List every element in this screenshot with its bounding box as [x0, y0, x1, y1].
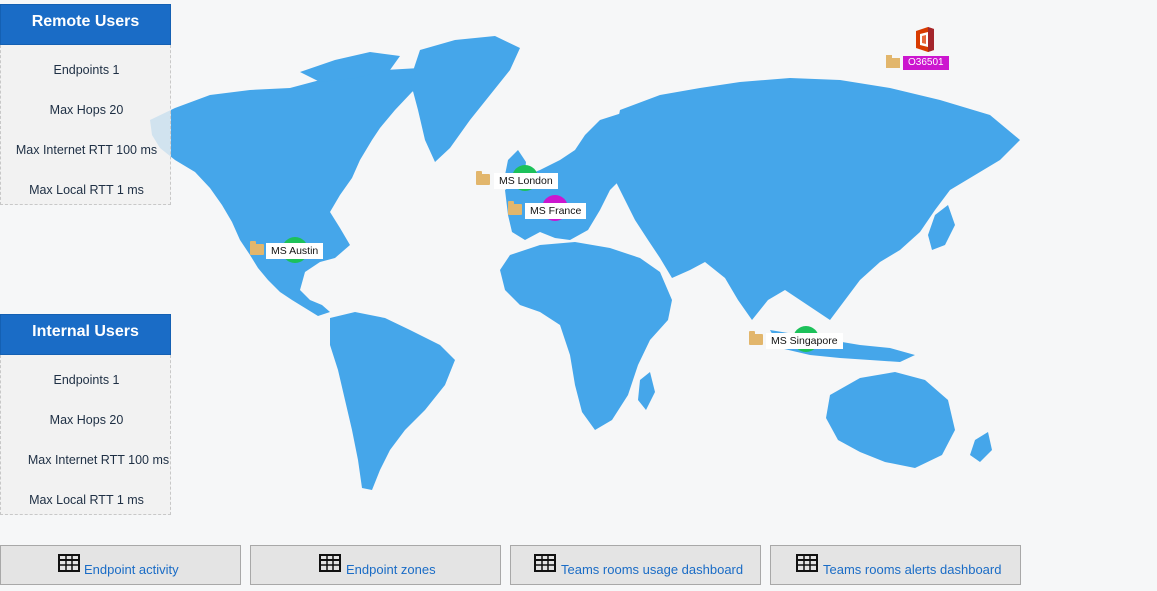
- marker-label[interactable]: MS Austin: [266, 243, 324, 259]
- world-map: [150, 36, 1020, 490]
- remote-endpoints: Endpoints 1: [53, 63, 120, 77]
- table-icon: [319, 554, 341, 572]
- internal-endpoints: Endpoints 1: [53, 373, 120, 387]
- table-icon: [58, 554, 80, 572]
- button-label: Teams rooms usage dashboard: [561, 562, 744, 577]
- new-zealand-landmass: [970, 432, 992, 462]
- marker-label[interactable]: MS London: [494, 173, 558, 189]
- marker-label[interactable]: O36501: [903, 56, 949, 70]
- marker-label[interactable]: MS Singapore: [766, 333, 843, 349]
- internal-max-hops: Max Hops 20: [49, 413, 124, 427]
- button-label: Teams rooms alerts dashboard: [823, 562, 1002, 577]
- north-america-landmass: [150, 68, 430, 316]
- remote-max-local-rtt: Max Local RTT 1 ms: [29, 183, 144, 197]
- folder-icon: [886, 55, 900, 68]
- asia-landmass: [612, 78, 1020, 320]
- table-icon: [534, 554, 556, 572]
- folder-icon: [749, 331, 763, 345]
- folder-icon: [250, 241, 264, 255]
- remote-users-title: Remote Users: [0, 4, 171, 45]
- table-icon: [796, 554, 818, 572]
- internal-users-title: Internal Users: [0, 314, 171, 355]
- greenland-landmass: [410, 36, 520, 162]
- office-icon[interactable]: [913, 26, 937, 53]
- folder-icon: [508, 201, 522, 215]
- internal-max-internet-rtt: Max Internet RTT 100 ms: [27, 453, 170, 467]
- marker-label[interactable]: MS France: [525, 203, 587, 219]
- madagascar-landmass: [638, 372, 655, 410]
- australia-landmass: [826, 372, 955, 468]
- internal-max-local-rtt: Max Local RTT 1 ms: [29, 493, 144, 507]
- remote-max-hops: Max Hops 20: [49, 103, 124, 117]
- internal-users-body: Endpoints 1 Max Hops 20 Max Internet RTT…: [0, 355, 171, 515]
- south-america-landmass: [330, 312, 455, 490]
- endpoint-activity-button[interactable]: Endpoint activity: [0, 545, 241, 585]
- button-label: Endpoint activity: [84, 562, 179, 577]
- button-label: Endpoint zones: [346, 562, 436, 577]
- remote-users-panel: Remote Users Endpoints 1 Max Hops 20 Max…: [0, 4, 171, 205]
- internal-users-panel: Internal Users Endpoints 1 Max Hops 20 M…: [0, 314, 171, 515]
- folder-icon: [476, 171, 490, 185]
- teams-rooms-usage-button[interactable]: Teams rooms usage dashboard: [510, 545, 761, 585]
- remote-users-body: Endpoints 1 Max Hops 20 Max Internet RTT…: [0, 45, 171, 205]
- teams-rooms-alerts-button[interactable]: Teams rooms alerts dashboard: [770, 545, 1021, 585]
- endpoint-zones-button[interactable]: Endpoint zones: [250, 545, 501, 585]
- remote-max-internet-rtt: Max Internet RTT 100 ms: [15, 143, 158, 157]
